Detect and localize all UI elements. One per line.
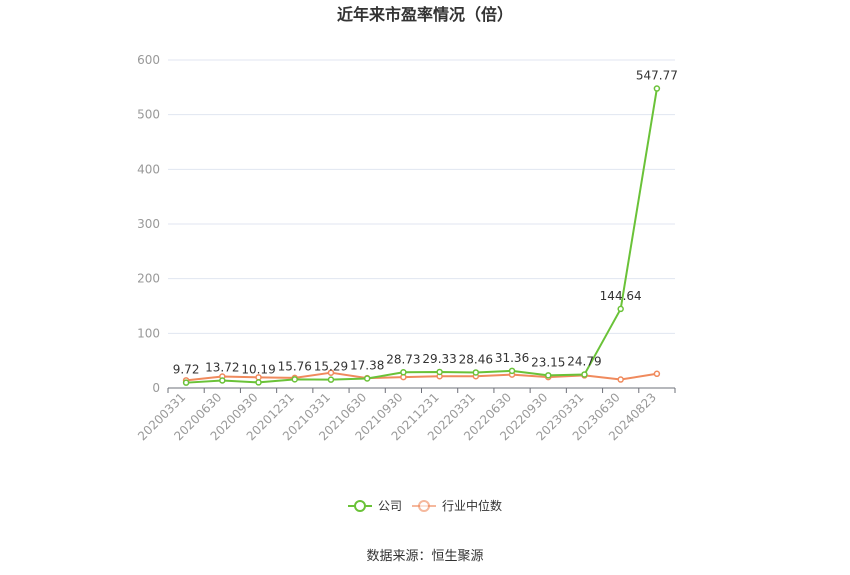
y-tick-label: 400 (137, 162, 160, 176)
data-label: 9.72 (173, 363, 200, 377)
y-tick-label: 100 (137, 326, 160, 340)
data-label: 28.46 (459, 352, 493, 366)
y-tick-label: 0 (152, 381, 160, 395)
data-label: 17.38 (350, 358, 384, 372)
data-label: 13.72 (205, 360, 239, 374)
source-note: 数据来源：恒生聚源 (366, 549, 483, 564)
y-tick-label: 600 (137, 53, 160, 67)
data-point (653, 370, 661, 378)
data-point (436, 368, 443, 376)
y-tick-label: 300 (137, 217, 160, 231)
data-label: 31.36 (495, 351, 529, 365)
legend-item-company[interactable]: 公司 (348, 499, 402, 513)
data-point (617, 376, 624, 383)
data-label: 28.73 (386, 352, 420, 366)
data-point (617, 305, 624, 313)
data-point (508, 367, 516, 375)
data-point (291, 376, 298, 383)
x-axis: 2020033120200630202009302020123120210331… (135, 387, 676, 443)
data-point (255, 379, 262, 386)
pe-ratio-chart: 近年来市盈率情况（倍） 0 100 200 300 400 500 600 20200331… (135, 5, 678, 564)
data-point (653, 85, 661, 92)
data-label: 144.64 (600, 289, 642, 303)
y-tick-label: 200 (137, 272, 160, 286)
data-label: 547.77 (636, 69, 678, 83)
legend-marker-icon (418, 500, 430, 512)
data-point (219, 377, 226, 384)
data-point (545, 372, 552, 379)
data-label: 23.15 (531, 355, 565, 369)
legend-marker-icon (354, 500, 366, 512)
chart-title: 近年来市盈率情况（倍） (337, 5, 513, 24)
data-point (363, 375, 371, 382)
data-point (400, 369, 407, 376)
legend-item-industry-median[interactable]: 行业中位数 (412, 498, 502, 513)
data-point (327, 376, 335, 383)
y-tick-label: 500 (137, 108, 160, 122)
data-point (182, 379, 190, 386)
y-axis: 0 100 200 300 400 500 600 (137, 53, 160, 395)
series-line (186, 88, 658, 384)
data-label: 29.33 (422, 352, 456, 366)
data-label: 15.29 (314, 360, 348, 374)
legend[interactable]: 公司 行业中位数 (348, 498, 502, 513)
legend-label: 公司 (378, 499, 402, 513)
legend-label: 行业中位数 (442, 498, 502, 513)
series-lines (182, 85, 661, 386)
data-point (581, 371, 588, 378)
data-label: 24.79 (567, 354, 601, 368)
data-point (472, 369, 480, 376)
data-label: 10.19 (241, 362, 275, 376)
data-label: 15.76 (278, 359, 312, 373)
